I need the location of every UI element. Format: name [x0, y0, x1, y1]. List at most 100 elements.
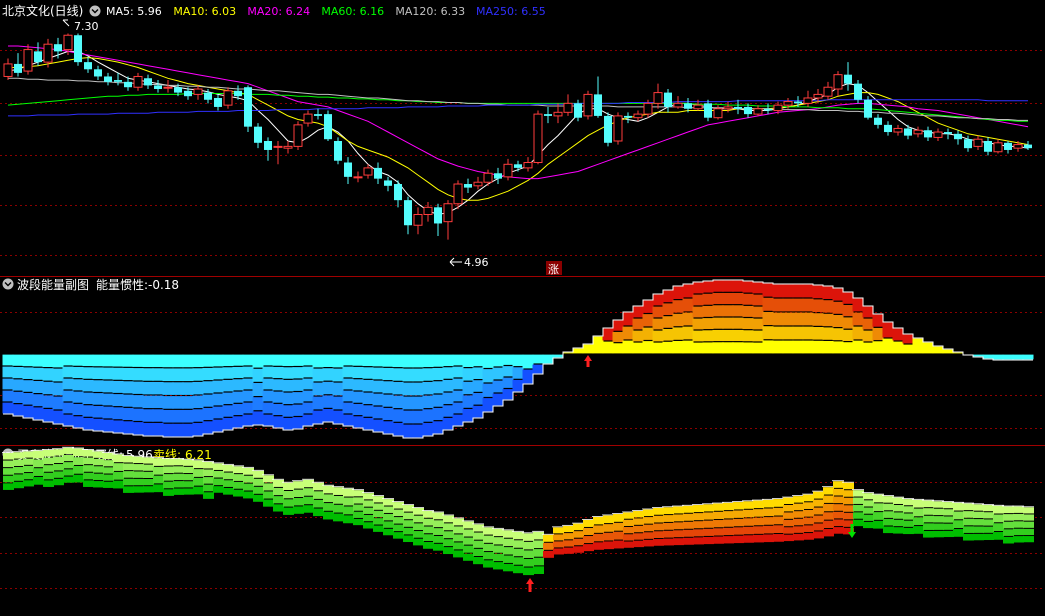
candle[interactable] — [893, 124, 903, 136]
candle[interactable] — [34, 42, 42, 66]
candle[interactable] — [264, 137, 272, 161]
histogram-bar — [142, 456, 154, 493]
candle[interactable] — [734, 99, 742, 115]
candle[interactable] — [74, 33, 82, 66]
candle[interactable] — [154, 80, 162, 93]
candle[interactable] — [954, 130, 962, 145]
candle[interactable] — [884, 121, 892, 136]
histogram-bar — [1002, 354, 1014, 360]
candle[interactable] — [314, 108, 322, 120]
candle[interactable] — [293, 121, 303, 150]
candle[interactable] — [563, 94, 573, 116]
candle[interactable] — [494, 167, 502, 185]
candle[interactable] — [753, 105, 763, 116]
rise-signal-badge: 涨 — [546, 261, 562, 276]
candle[interactable] — [303, 110, 313, 127]
candle[interactable] — [214, 94, 222, 111]
candle[interactable] — [283, 141, 293, 154]
candle[interactable] — [913, 126, 923, 138]
candle[interactable] — [133, 72, 143, 91]
candle[interactable] — [704, 99, 712, 122]
candle[interactable] — [1024, 141, 1032, 150]
candle[interactable] — [764, 103, 772, 115]
histogram-bar — [492, 527, 504, 570]
candle[interactable] — [594, 76, 602, 118]
histogram-bar — [1012, 505, 1024, 543]
histogram-bar — [172, 457, 184, 495]
candle[interactable] — [54, 37, 62, 59]
histogram-bar — [802, 284, 814, 354]
candle[interactable] — [344, 157, 352, 185]
histogram-bar — [462, 520, 474, 561]
histogram-bar — [672, 505, 684, 546]
candle[interactable] — [713, 105, 723, 120]
candle[interactable] — [483, 169, 493, 186]
candle[interactable] — [503, 158, 513, 181]
candle[interactable] — [443, 200, 453, 240]
candle[interactable] — [353, 171, 363, 183]
candle[interactable] — [384, 176, 392, 192]
chart-canvas[interactable]: 北京文化(日线) MA5: 5.96 MA10: 6.03 MA20: 6.24 MA… — [0, 0, 1045, 612]
candle[interactable] — [844, 62, 852, 91]
candle[interactable] — [1004, 141, 1012, 154]
candle[interactable] — [254, 123, 262, 149]
candle[interactable] — [973, 135, 983, 150]
histogram-bar — [392, 501, 404, 539]
candle[interactable] — [823, 81, 833, 100]
collapse-chevron-icon[interactable] — [89, 5, 101, 17]
candle[interactable] — [604, 112, 612, 147]
candle[interactable] — [874, 114, 882, 129]
candle[interactable] — [374, 162, 382, 185]
candle[interactable] — [464, 178, 472, 193]
candle[interactable] — [904, 124, 912, 140]
candle[interactable] — [334, 137, 342, 165]
candle[interactable] — [514, 160, 522, 172]
candle[interactable] — [193, 85, 203, 100]
candlestick-series[interactable] — [3, 33, 1032, 240]
candle[interactable] — [23, 44, 33, 75]
histogram-bar — [632, 306, 644, 354]
candle[interactable] — [273, 141, 283, 165]
histogram-bar — [742, 500, 754, 543]
candle[interactable] — [324, 110, 332, 141]
candle[interactable] — [993, 139, 1003, 154]
candle[interactable] — [14, 53, 22, 77]
candle[interactable] — [104, 72, 112, 86]
histogram-bar — [102, 354, 114, 432]
candle[interactable] — [673, 96, 683, 109]
candle[interactable] — [3, 58, 13, 81]
candle[interactable] — [523, 157, 533, 172]
candle[interactable] — [633, 110, 643, 122]
histogram-bar — [662, 506, 674, 546]
candle[interactable] — [924, 126, 932, 141]
candle[interactable] — [473, 176, 483, 190]
candle[interactable] — [544, 106, 552, 124]
candle[interactable] — [624, 112, 632, 124]
candle[interactable] — [423, 201, 433, 222]
candle[interactable] — [394, 180, 402, 208]
candle[interactable] — [613, 112, 623, 145]
candle[interactable] — [933, 128, 943, 141]
candle[interactable] — [833, 71, 843, 97]
trade-histogram[interactable] — [2, 446, 1034, 576]
candle[interactable] — [94, 65, 102, 81]
candle[interactable] — [413, 207, 423, 235]
histogram-bar — [1002, 505, 1014, 544]
ma-legend-item: MA5: 5.96 — [106, 5, 162, 18]
candle[interactable] — [533, 110, 543, 165]
candle[interactable] — [653, 83, 663, 109]
energy-histogram[interactable] — [2, 280, 1034, 438]
candle[interactable] — [244, 85, 252, 133]
collapse-chevron-icon[interactable] — [2, 278, 14, 290]
histogram-bar — [42, 354, 54, 422]
candle[interactable] — [984, 137, 992, 156]
candle[interactable] — [404, 196, 412, 235]
histogram-bar — [952, 352, 964, 354]
candle[interactable] — [84, 56, 92, 73]
candle[interactable] — [434, 203, 442, 237]
candle[interactable] — [144, 74, 152, 90]
candle[interactable] — [223, 87, 233, 109]
candle[interactable] — [583, 90, 593, 120]
candle[interactable] — [803, 90, 813, 107]
histogram-bar — [532, 354, 544, 374]
